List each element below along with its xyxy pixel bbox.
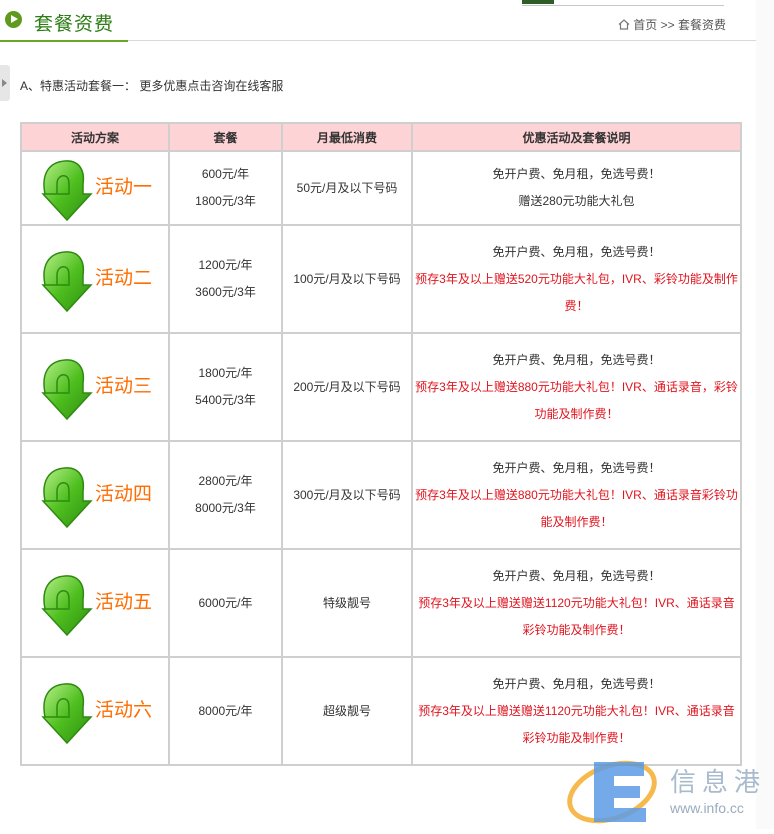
desc-line: 免开户费、免月租，免选号费！ (492, 352, 661, 367)
plan-cell[interactable]: 活动四 (20, 440, 170, 550)
intro-text[interactable]: A、特惠活动套餐一： 更多优惠点击咨询在线客服 (20, 77, 283, 94)
plan-label: 活动四 (95, 484, 153, 505)
price-line: 8000元/年 (198, 703, 253, 718)
price-line: 1800元/年 (198, 366, 253, 380)
package-cell: 1800元/年 5400元/3年 (168, 332, 283, 442)
green-down-arrow-icon (35, 677, 93, 755)
table-row: 活动四 2800元/年 8000元/3年 300元/月及以下号码 免开户费、免月租，免选… (20, 440, 742, 550)
col-header-min-spend: 月最低消费 (281, 122, 413, 152)
min-spend-cell: 特级靓号 (281, 548, 413, 658)
promo-text: 预存3年及以上赠送880元功能大礼包！IVR、通话录音彩铃功能及制作费！ (415, 487, 738, 529)
table-row: 活动一 600元/年 1800元/3年 50元/月及以下号码 免开户费、免月租，免选号费… (20, 150, 742, 226)
plan-cell[interactable]: 活动一 (20, 150, 170, 226)
breadcrumb: 首页 >> 套餐资费 (618, 16, 726, 33)
plan-cell[interactable]: 活动五 (20, 548, 170, 658)
description-cell: 免开户费、免月租，免选号费！ 赠送280元功能大礼包 (411, 150, 742, 226)
package-cell: 6000元/年 (168, 548, 283, 658)
description-cell: 免开户费、免月租，免选号费！ 预存3年及以上赠送520元功能大礼包，IVR、彩铃功… (411, 224, 742, 334)
plan-cell[interactable]: 活动二 (20, 224, 170, 334)
plan-label: 活动一 (95, 177, 153, 198)
table-row: 活动五 6000元/年 特级靓号 免开户费、免月租，免选号费！ 预存3年及以上赠送赠送1… (20, 548, 742, 658)
min-spend-cell: 100元/月及以下号码 (281, 224, 413, 334)
table-row: 活动三 1800元/年 5400元/3年 200元/月及以下号码 免开户费、免月租，免选… (20, 332, 742, 442)
table-header-row: 活动方案 套餐 月最低消费 优惠活动及套餐说明 (20, 122, 742, 152)
price-line: 3600元/3年 (195, 285, 256, 299)
desc-line: 免开户费、免月租，免选号费！ (492, 460, 661, 475)
plan-label: 活动三 (95, 376, 153, 397)
min-spend-text: 300元/月及以下号码 (293, 487, 401, 502)
min-spend-cell: 200元/月及以下号码 (281, 332, 413, 442)
green-down-arrow-icon (35, 353, 93, 431)
description-cell: 免开户费、免月租，免选号费！ 预存3年及以上赠送赠送1120元功能大礼包！IVR、… (411, 548, 742, 658)
green-down-arrow-icon (35, 569, 93, 647)
description-cell: 免开户费、免月租，免选号费！ 预存3年及以上赠送880元功能大礼包！IVR、通话录… (411, 332, 742, 442)
min-spend-text: 100元/月及以下号码 (293, 271, 401, 286)
description-cell: 免开户费、免月租，免选号费！ 预存3年及以上赠送880元功能大礼包！IVR、通话录… (411, 440, 742, 550)
promo-text: 预存3年及以上赠送赠送1120元功能大礼包！IVR、通话录音彩铃功能及制作费！ (418, 703, 735, 745)
col-header-plan: 活动方案 (20, 122, 170, 152)
price-line: 6000元/年 (198, 595, 253, 610)
breadcrumb-separator: >> (660, 18, 675, 32)
green-down-arrow-icon (35, 461, 93, 539)
watermark-url: www.info.cc (670, 800, 744, 816)
table-row: 活动二 1200元/年 3600元/3年 100元/月及以下号码 免开户费、免月租，免选… (20, 224, 742, 334)
min-spend-text: 超级靓号 (322, 703, 371, 718)
top-decoration (522, 0, 724, 6)
package-cell: 2800元/年 8000元/3年 (168, 440, 283, 550)
col-header-package: 套餐 (168, 122, 283, 152)
desc-line: 免开户费、免月租，免选号费！ (492, 676, 661, 691)
right-scroll-strip (756, 0, 774, 829)
page-header: 套餐资费 首页 >> 套餐资费 (0, 0, 756, 42)
plans-table: 活动方案 套餐 月最低消费 优惠活动及套餐说明 活动一 600元/年 1800元/3… (20, 122, 742, 766)
desc-line: 赠送280元功能大礼包 (518, 194, 635, 208)
min-spend-cell: 300元/月及以下号码 (281, 440, 413, 550)
price-line: 1800元/3年 (195, 194, 256, 208)
price-line: 2800元/年 (198, 474, 253, 488)
page-title: 套餐资费 (34, 14, 115, 35)
desc-line: 免开户费、免月租，免选号费！ (492, 244, 661, 259)
plan-label: 活动六 (95, 700, 153, 721)
price-line: 600元/年 (201, 167, 250, 181)
breadcrumb-home-link[interactable]: 首页 (633, 18, 657, 32)
watermark-text: 信息港 (670, 767, 767, 797)
plan-label: 活动二 (95, 268, 153, 289)
plan-label: 活动五 (95, 592, 153, 613)
home-icon (618, 19, 630, 30)
promo-text: 预存3年及以上赠送赠送1120元功能大礼包！IVR、通话录音彩铃功能及制作费！ (418, 595, 735, 637)
package-cell: 8000元/年 (168, 656, 283, 766)
promo-text: 预存3年及以上赠送880元功能大礼包！IVR、通话录音，彩铃功能及制作费！ (415, 379, 738, 421)
breadcrumb-current: 套餐资费 (677, 18, 726, 32)
watermark-e-icon (567, 760, 657, 824)
title-block: 套餐资费 (0, 0, 128, 42)
promo-text: 预存3年及以上赠送520元功能大礼包，IVR、彩铃功能及制作费！ (415, 271, 738, 313)
min-spend-cell: 超级靓号 (281, 656, 413, 766)
plan-cell[interactable]: 活动六 (20, 656, 170, 766)
price-line: 1200元/年 (198, 258, 253, 272)
desc-line: 免开户费、免月租，免选号费！ (492, 167, 661, 181)
green-down-arrow-icon (35, 154, 93, 232)
min-spend-text: 200元/月及以下号码 (293, 379, 401, 394)
min-spend-text: 50元/月及以下号码 (296, 180, 398, 195)
watermark-logo: 信息港 www.info.cc (566, 748, 774, 829)
green-down-arrow-icon (35, 245, 93, 323)
plan-cell[interactable]: 活动三 (20, 332, 170, 442)
price-line: 8000元/3年 (195, 501, 256, 515)
min-spend-cell: 50元/月及以下号码 (281, 150, 413, 226)
package-cell: 600元/年 1800元/3年 (168, 150, 283, 226)
package-cell: 1200元/年 3600元/3年 (168, 224, 283, 334)
side-expand-tab[interactable] (0, 65, 10, 101)
play-bullet-icon (5, 11, 22, 28)
price-line: 5400元/3年 (195, 393, 256, 407)
min-spend-text: 特级靓号 (322, 595, 371, 610)
col-header-description: 优惠活动及套餐说明 (411, 122, 742, 152)
desc-line: 免开户费、免月租，免选号费！ (492, 568, 661, 583)
